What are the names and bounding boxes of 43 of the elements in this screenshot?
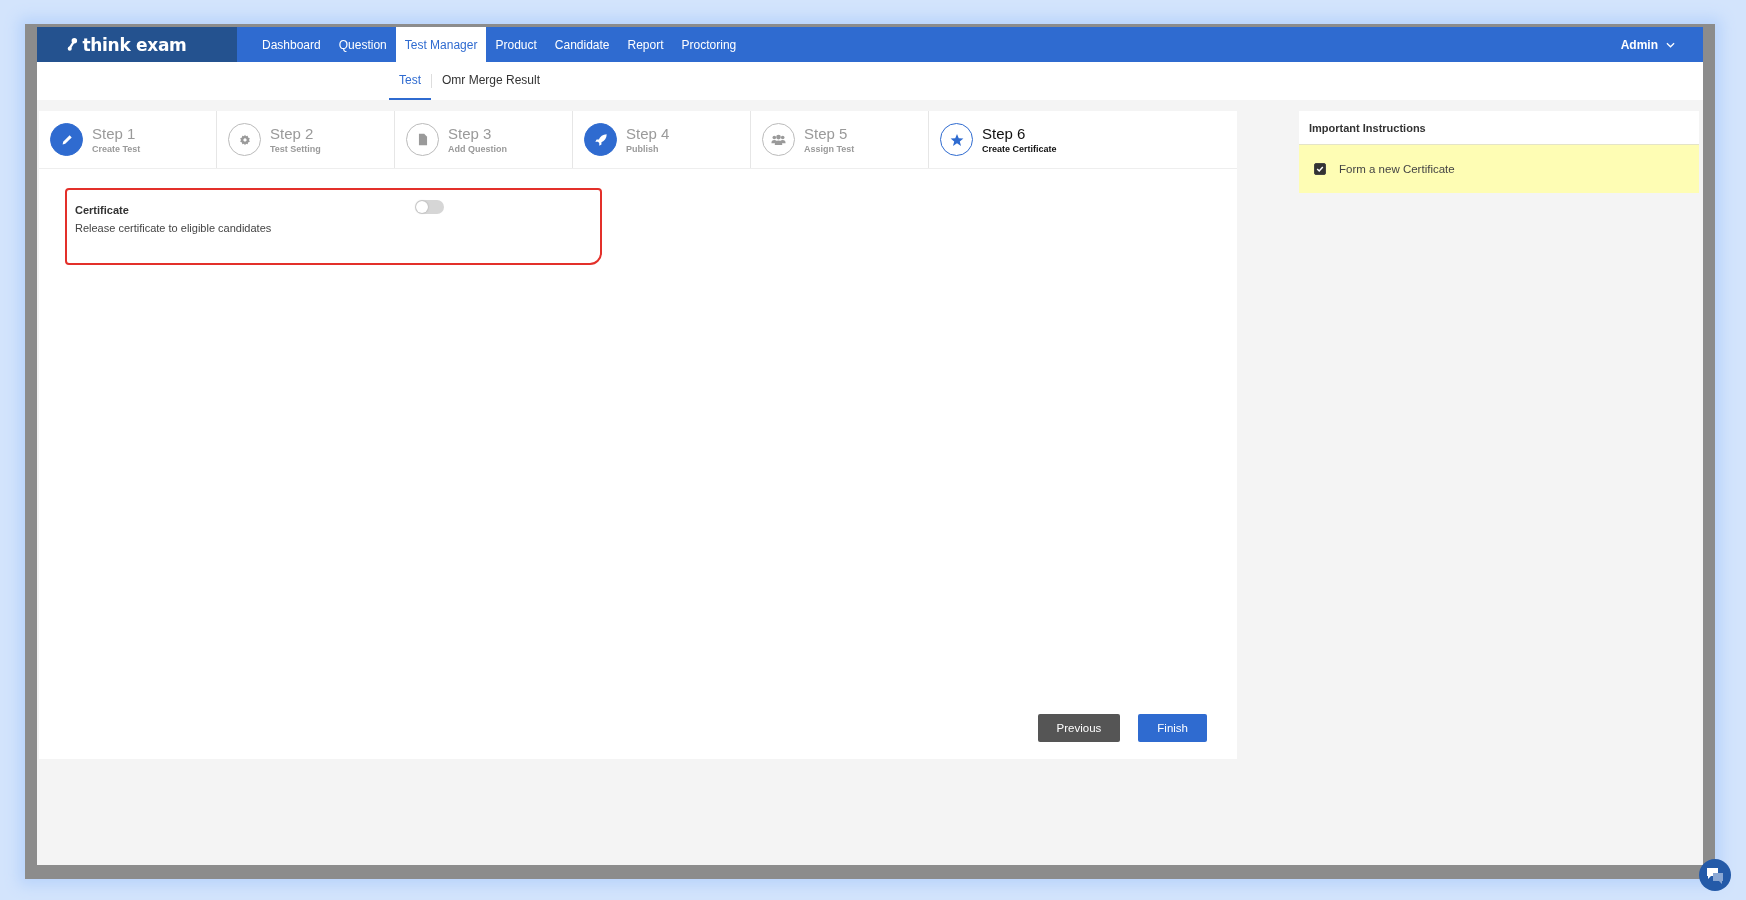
nav-tab[interactable]: Question bbox=[329, 27, 396, 62]
previous-button[interactable]: Previous bbox=[1037, 714, 1121, 742]
logo-icon bbox=[67, 37, 79, 52]
certificate-title: Certificate bbox=[75, 203, 130, 216]
sub-tab[interactable]: Omr Merge Result bbox=[432, 62, 551, 100]
wizard-step[interactable]: Step 6 Create Certificate bbox=[929, 111, 1237, 168]
nav-tab[interactable]: Candidate bbox=[545, 27, 619, 62]
user-menu[interactable]: Admin bbox=[1614, 27, 1681, 62]
finish-button[interactable]: Finish bbox=[1138, 714, 1207, 742]
step-subtitle: Create Test bbox=[92, 144, 141, 154]
certificate-description: Release certificate to eligible candidates bbox=[75, 222, 273, 234]
nav-tab[interactable]: Dashboard bbox=[253, 27, 330, 62]
step-title: Step 1 bbox=[92, 125, 137, 142]
wizard-step[interactable]: Step 4 Publish bbox=[573, 111, 751, 168]
step-title: Step 2 bbox=[270, 125, 315, 142]
step-title: Step 5 bbox=[804, 125, 849, 142]
gear-icon bbox=[238, 133, 251, 146]
nav-tab[interactable]: Product bbox=[486, 27, 546, 62]
nav-tab[interactable]: Report bbox=[618, 27, 673, 62]
people-icon bbox=[771, 133, 786, 146]
step-title: Step 6 bbox=[982, 125, 1027, 142]
wizard-step[interactable]: Step 1 Create Test bbox=[39, 111, 217, 168]
step-subtitle: Create Certificate bbox=[982, 144, 1057, 154]
checkbox[interactable] bbox=[1314, 163, 1326, 175]
step-title: Step 3 bbox=[448, 125, 493, 142]
wizard-step[interactable]: Step 5 Assign Test bbox=[751, 111, 929, 168]
nav-tab[interactable]: Proctoring bbox=[672, 27, 746, 62]
brand-name: think exam bbox=[82, 34, 187, 55]
toggle-switch[interactable] bbox=[415, 200, 444, 214]
step-subtitle: Test Setting bbox=[270, 144, 321, 154]
step-subtitle: Assign Test bbox=[804, 144, 855, 154]
step-subtitle: Add Question bbox=[448, 144, 507, 154]
wizard-step[interactable]: Step 2 Test Setting bbox=[217, 111, 395, 168]
step-title: Step 4 bbox=[626, 125, 670, 142]
wizard-step[interactable]: Step 3 Add Question bbox=[395, 111, 573, 168]
file-icon bbox=[417, 133, 428, 146]
step-subtitle: Publish bbox=[626, 144, 660, 154]
chat-icon[interactable] bbox=[1699, 859, 1731, 891]
star-icon bbox=[949, 132, 964, 147]
rocket-icon bbox=[593, 132, 608, 147]
nav-tab[interactable]: Test Manager bbox=[395, 27, 487, 62]
chevron-down-icon bbox=[1666, 41, 1675, 48]
instruction-text: Form a new Certificate bbox=[1339, 163, 1455, 175]
